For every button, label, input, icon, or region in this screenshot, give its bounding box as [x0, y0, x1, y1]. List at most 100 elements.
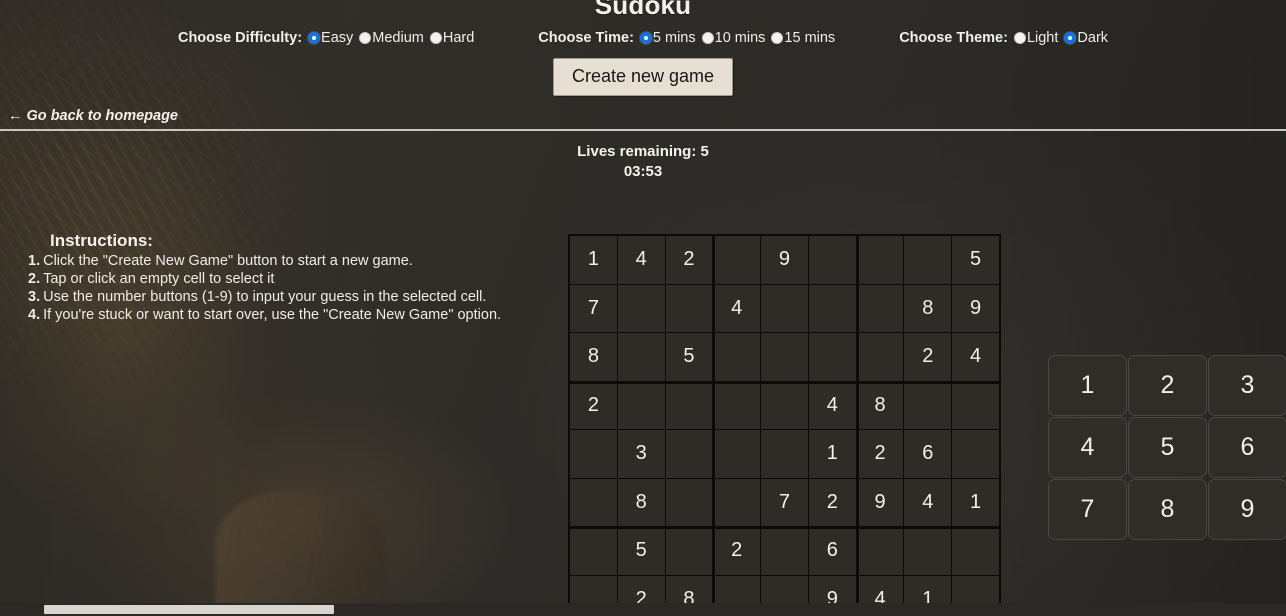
scrollbar-thumb[interactable] [44, 605, 334, 614]
sudoku-cell-r2-c2[interactable] [617, 284, 665, 332]
sudoku-cell-r1-c1[interactable]: 1 [570, 236, 617, 284]
sudoku-cell-r7-c2[interactable]: 5 [617, 527, 665, 575]
sudoku-cell-r6-c7[interactable]: 9 [856, 478, 904, 526]
sudoku-cell-r6-c9[interactable]: 1 [952, 478, 999, 526]
sudoku-cell-r7-c9[interactable] [952, 527, 999, 575]
sudoku-cell-r5-c6[interactable]: 1 [808, 430, 856, 478]
sudoku-cell-r1-c2[interactable]: 4 [617, 236, 665, 284]
sudoku-cell-r3-c8[interactable]: 2 [904, 333, 952, 381]
radio-icon[interactable] [1064, 32, 1077, 44]
options-row: Choose Difficulty: Easy Medium Hard Choo… [0, 30, 1286, 46]
difficulty-option-medium[interactable]: Medium [359, 30, 424, 46]
numpad-button-9[interactable]: 9 [1208, 479, 1286, 540]
sudoku-cell-r2-c8[interactable]: 8 [904, 284, 952, 332]
sudoku-cell-r2-c9[interactable]: 9 [952, 284, 999, 332]
sudoku-cell-r7-c7[interactable] [856, 527, 904, 575]
numpad-button-2[interactable]: 2 [1128, 355, 1207, 416]
sudoku-cell-r3-c1[interactable]: 8 [570, 333, 617, 381]
sudoku-cell-r1-c3[interactable]: 2 [665, 236, 713, 284]
sudoku-cell-r5-c2[interactable]: 3 [617, 430, 665, 478]
sudoku-cell-r3-c9[interactable]: 4 [952, 333, 999, 381]
sudoku-cell-r1-c5[interactable]: 9 [761, 236, 808, 284]
sudoku-cell-r3-c5[interactable] [761, 333, 808, 381]
sudoku-cell-r1-c4[interactable] [713, 236, 761, 284]
sudoku-cell-r7-c1[interactable] [570, 527, 617, 575]
sudoku-cell-r4-c2[interactable] [617, 381, 665, 429]
sudoku-board[interactable]: 1429574898524248312687294152628941791853 [568, 234, 1001, 616]
sudoku-cell-r7-c3[interactable] [665, 527, 713, 575]
sudoku-cell-r4-c5[interactable] [761, 381, 808, 429]
sudoku-cell-r7-c4[interactable]: 2 [713, 527, 761, 575]
sudoku-cell-r1-c7[interactable] [856, 236, 904, 284]
numpad-button-6[interactable]: 6 [1208, 417, 1286, 478]
sudoku-cell-r6-c5[interactable]: 7 [761, 478, 808, 526]
sudoku-cell-r3-c7[interactable] [856, 333, 904, 381]
sudoku-cell-r2-c7[interactable] [856, 284, 904, 332]
sudoku-cell-r5-c5[interactable] [761, 430, 808, 478]
create-new-game-button[interactable]: Create new game [552, 58, 734, 96]
sudoku-cell-r5-c3[interactable] [665, 430, 713, 478]
radio-icon[interactable] [701, 32, 714, 44]
numpad-button-7[interactable]: 7 [1048, 479, 1127, 540]
radio-icon[interactable] [771, 32, 784, 44]
radio-icon[interactable] [639, 32, 652, 44]
radio-icon[interactable] [359, 32, 372, 44]
sudoku-cell-r6-c4[interactable] [713, 478, 761, 526]
sudoku-app: Sudoku Choose Difficulty: Easy Medium Ha… [0, 0, 1286, 616]
radio-icon[interactable] [1013, 32, 1026, 44]
difficulty-option-easy[interactable]: Easy [308, 30, 353, 46]
sudoku-cell-r4-c7[interactable]: 8 [856, 381, 904, 429]
sudoku-cell-r6-c3[interactable] [665, 478, 713, 526]
sudoku-cell-r5-c9[interactable] [952, 430, 999, 478]
sudoku-cell-r3-c4[interactable] [713, 333, 761, 381]
sudoku-cell-r5-c8[interactable]: 6 [904, 430, 952, 478]
time-option-5-label: 5 mins [652, 30, 696, 46]
sudoku-cell-r7-c6[interactable]: 6 [808, 527, 856, 575]
sudoku-cell-r4-c4[interactable] [713, 381, 761, 429]
sudoku-cell-r4-c9[interactable] [952, 381, 999, 429]
horizontal-scrollbar[interactable] [0, 603, 1286, 616]
sudoku-cell-r7-c8[interactable] [904, 527, 952, 575]
sudoku-cell-r1-c6[interactable] [808, 236, 856, 284]
sudoku-cell-r7-c5[interactable] [761, 527, 808, 575]
sudoku-cell-r4-c6[interactable]: 4 [808, 381, 856, 429]
sudoku-cell-r6-c8[interactable]: 4 [904, 478, 952, 526]
lives-remaining: Lives remaining: 5 [577, 143, 709, 160]
sudoku-cell-r5-c1[interactable] [570, 430, 617, 478]
sudoku-cell-r2-c3[interactable] [665, 284, 713, 332]
numpad-button-4[interactable]: 4 [1048, 417, 1127, 478]
timer: 03:53 [623, 163, 663, 180]
sudoku-cell-r2-c6[interactable] [808, 284, 856, 332]
sudoku-cell-r3-c2[interactable] [617, 333, 665, 381]
sudoku-cell-r5-c4[interactable] [713, 430, 761, 478]
theme-option-dark[interactable]: Dark [1064, 30, 1108, 46]
sudoku-cell-r5-c7[interactable]: 2 [856, 430, 904, 478]
sudoku-cell-r4-c3[interactable] [665, 381, 713, 429]
theme-option-light[interactable]: Light [1013, 30, 1058, 46]
time-option-15[interactable]: 15 mins [771, 30, 835, 46]
sudoku-cell-r6-c6[interactable]: 2 [808, 478, 856, 526]
number-pad[interactable]: 123 456 789 [1048, 355, 1286, 540]
numpad-button-1[interactable]: 1 [1048, 355, 1127, 416]
sudoku-cell-r2-c5[interactable] [761, 284, 808, 332]
create-button-wrap: Create new game [0, 58, 1286, 96]
sudoku-cell-r1-c8[interactable] [904, 236, 952, 284]
numpad-button-5[interactable]: 5 [1128, 417, 1207, 478]
difficulty-option-hard[interactable]: Hard [429, 30, 474, 46]
sudoku-cell-r6-c2[interactable]: 8 [617, 478, 665, 526]
sudoku-cell-r4-c1[interactable]: 2 [570, 381, 617, 429]
sudoku-cell-r6-c1[interactable] [570, 478, 617, 526]
numpad-button-3[interactable]: 3 [1208, 355, 1286, 416]
sudoku-cell-r4-c8[interactable] [904, 381, 952, 429]
time-option-10[interactable]: 10 mins [701, 30, 765, 46]
go-back-home-link[interactable]: ← Go back to homepage [8, 108, 178, 124]
radio-icon[interactable] [429, 32, 442, 44]
sudoku-cell-r3-c3[interactable]: 5 [665, 333, 713, 381]
sudoku-cell-r2-c1[interactable]: 7 [570, 284, 617, 332]
numpad-button-8[interactable]: 8 [1128, 479, 1207, 540]
sudoku-cell-r1-c9[interactable]: 5 [952, 236, 999, 284]
sudoku-cell-r2-c4[interactable]: 4 [713, 284, 761, 332]
radio-icon[interactable] [308, 32, 321, 44]
time-option-5[interactable]: 5 mins [639, 30, 696, 46]
sudoku-cell-r3-c6[interactable] [808, 333, 856, 381]
